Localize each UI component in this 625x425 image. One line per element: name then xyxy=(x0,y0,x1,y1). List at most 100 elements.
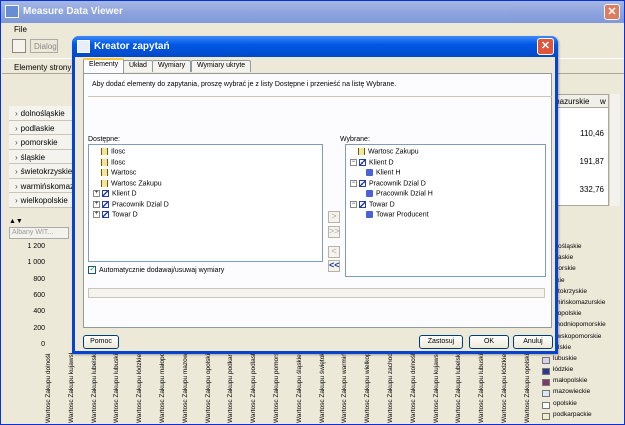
app-icon xyxy=(5,5,19,18)
tree-item[interactable]: + Towar D xyxy=(93,211,138,218)
main-close-icon[interactable]: ✕ xyxy=(604,4,620,20)
row-header[interactable]: warmińskomazowieckie xyxy=(9,178,75,193)
instructions-text: Aby dodać elementy do zapytania, proszę … xyxy=(92,81,397,88)
dimension-icon xyxy=(102,211,109,218)
dialog-button[interactable]: Dialog xyxy=(30,39,58,53)
tab-wymiary-ukryte[interactable]: Wymiary ukryte xyxy=(191,60,252,72)
grid-column-header: mazurskie w xyxy=(550,95,608,108)
menu-file[interactable]: File xyxy=(14,25,27,34)
expand-icon[interactable]: + xyxy=(93,211,100,218)
cancel-button[interactable]: Anuluj xyxy=(513,335,553,349)
tab-wymiary[interactable]: Wymiary xyxy=(152,60,192,72)
measure-icon xyxy=(101,179,108,187)
grid-cell: 332,76 xyxy=(579,185,604,194)
tree-item[interactable]: − Pracownik Dzial D xyxy=(350,179,426,187)
move-right-button[interactable]: > xyxy=(328,211,340,223)
dialog-title-bar: Kreator zapytań ✕ xyxy=(72,36,558,57)
y-tick-label: 0 xyxy=(41,341,45,348)
x-tick-label: Wartosc Zakupu lubelskie xyxy=(90,353,98,423)
legend-item: lubuskie xyxy=(542,355,622,366)
y-tick-label: 1 000 xyxy=(27,259,45,267)
measure-icon xyxy=(358,148,365,155)
x-tick-label: Wartosc Zakupu świętokrzyskie xyxy=(318,353,326,423)
collapse-icon[interactable]: − xyxy=(350,200,357,208)
hierarchy-icon xyxy=(366,190,373,197)
x-tick-label: Wartosc Zakupu dolnośląskie xyxy=(409,353,417,423)
measure-icon xyxy=(101,148,108,155)
chart-combo[interactable]: Albany WIT... xyxy=(9,227,69,239)
row-header[interactable]: podlaskie xyxy=(9,120,75,135)
tree-item[interactable]: Pracownik Dzial H xyxy=(366,190,433,197)
selected-list[interactable]: Wartosc Zakupu − Klient D Klient H − Pracowni… xyxy=(345,144,546,277)
x-tick-label: Wartosc Zakupu dolnośląskie xyxy=(45,353,52,423)
row-header[interactable]: wielkopolskie xyxy=(9,193,75,208)
tree-item[interactable]: Klient H xyxy=(366,169,401,176)
collapse-icon[interactable]: − xyxy=(350,158,357,166)
tree-item[interactable]: Ilosc xyxy=(101,158,125,166)
move-all-right-button[interactable]: >> xyxy=(328,226,340,238)
y-tick-label: 1 200 xyxy=(27,243,45,250)
tab-uklad[interactable]: Układ xyxy=(123,60,153,72)
tree-item[interactable]: + Pracownik Dzial D xyxy=(93,200,169,208)
row-header[interactable]: dolnośląskie xyxy=(9,106,75,121)
dialog-close-icon[interactable]: ✕ xyxy=(537,38,554,55)
expand-icon[interactable]: + xyxy=(93,200,100,208)
collapse-icon[interactable]: − xyxy=(350,179,357,187)
x-tick-label: Wartosc Zakupu śląskie xyxy=(295,354,303,423)
menu-bar: File xyxy=(2,23,624,37)
x-tick-label: Wartosc Zakupu pomorskie xyxy=(273,353,280,423)
tree-item[interactable]: − Klient D xyxy=(350,158,394,166)
grid-cell: 191,87 xyxy=(579,157,604,166)
dimension-icon xyxy=(359,158,366,166)
x-tick-label: Wartosc Zakupu opolskie xyxy=(204,353,212,423)
legend-item: łódzkie xyxy=(542,366,622,377)
ok-button[interactable]: OK xyxy=(469,335,509,349)
tree-item[interactable]: − Towar D xyxy=(350,200,395,208)
auto-dimensions-checkbox[interactable]: Automatycznie dodawaj/usuwaj wymiary xyxy=(88,264,224,274)
x-tick-label: Wartosc Zakupu łódzkie xyxy=(501,353,508,423)
row-header[interactable]: śląskie xyxy=(9,149,75,164)
x-tick-label: Wartosc Zakupu podkarpackie xyxy=(227,353,235,423)
x-tick-label: Wartosc Zakupu lubelskie xyxy=(455,353,463,423)
apply-button[interactable]: Zastosuj xyxy=(419,335,463,349)
dimension-icon xyxy=(102,200,109,208)
row-header[interactable]: pomorskie xyxy=(9,135,75,150)
tree-item[interactable]: Wartosc Zakupu xyxy=(358,148,419,155)
grid-right-column: mazurskie w 110,46 191,87 332,76 xyxy=(549,94,609,206)
x-tick-label: Wartosc Zakupu podlaskie xyxy=(250,353,258,423)
x-tick-label: Wartosc Zakupu wielkopolskie xyxy=(364,353,372,423)
available-label: Dostępne: xyxy=(88,136,120,143)
measure-icon xyxy=(101,158,108,166)
row-headers: dolnośląskiepodlaskiepomorskieśląskieświ… xyxy=(9,106,75,208)
legend-item: małopolskie xyxy=(542,377,622,388)
measure-icon xyxy=(101,169,108,176)
y-tick-label: 200 xyxy=(33,324,45,332)
tab-elementy[interactable]: Elementy xyxy=(83,58,125,73)
tree-item[interactable]: Ilosc xyxy=(101,148,125,155)
checkbox-checked-icon[interactable] xyxy=(88,264,96,274)
main-title: Measure Data Viewer xyxy=(23,6,123,17)
page-elements-label: Elementy strony xyxy=(14,63,72,72)
move-left-button[interactable]: < xyxy=(328,246,340,258)
dimension-icon xyxy=(359,200,366,208)
x-tick-label: Wartosc Zakupu kujawsko xyxy=(432,353,440,423)
legend-item: opolskie xyxy=(542,400,622,411)
hierarchy-icon xyxy=(366,211,373,218)
x-tick-label: Wartosc Zakupu kujawsko xyxy=(67,353,75,423)
tree-item[interactable]: Towar Producent xyxy=(366,211,429,218)
tree-item[interactable]: Wartosc Zakupu xyxy=(101,179,162,187)
x-tick-label: Wartosc Zakupu lubuskie xyxy=(478,353,486,423)
y-tick-label: 400 xyxy=(33,308,45,316)
row-header[interactable]: świetokrzyskie xyxy=(9,164,75,179)
grid-scrollbar[interactable] xyxy=(609,94,620,206)
available-list[interactable]: Ilosc Ilosc Wartosc Wartosc Zakupu + Klient D… xyxy=(88,144,323,262)
query-icon[interactable] xyxy=(12,39,26,53)
help-button[interactable]: Pomoc xyxy=(83,335,119,349)
main-title-bar: Measure Data Viewer ✕ xyxy=(1,1,624,23)
selected-label: Wybrane: xyxy=(340,136,370,143)
tree-item[interactable]: Wartosc xyxy=(101,169,136,176)
splitter-handle[interactable]: ▲▼ xyxy=(9,216,49,226)
tree-item[interactable]: + Klient D xyxy=(93,190,137,197)
move-all-left-button[interactable]: << xyxy=(328,260,340,272)
expand-icon[interactable]: + xyxy=(93,190,100,197)
